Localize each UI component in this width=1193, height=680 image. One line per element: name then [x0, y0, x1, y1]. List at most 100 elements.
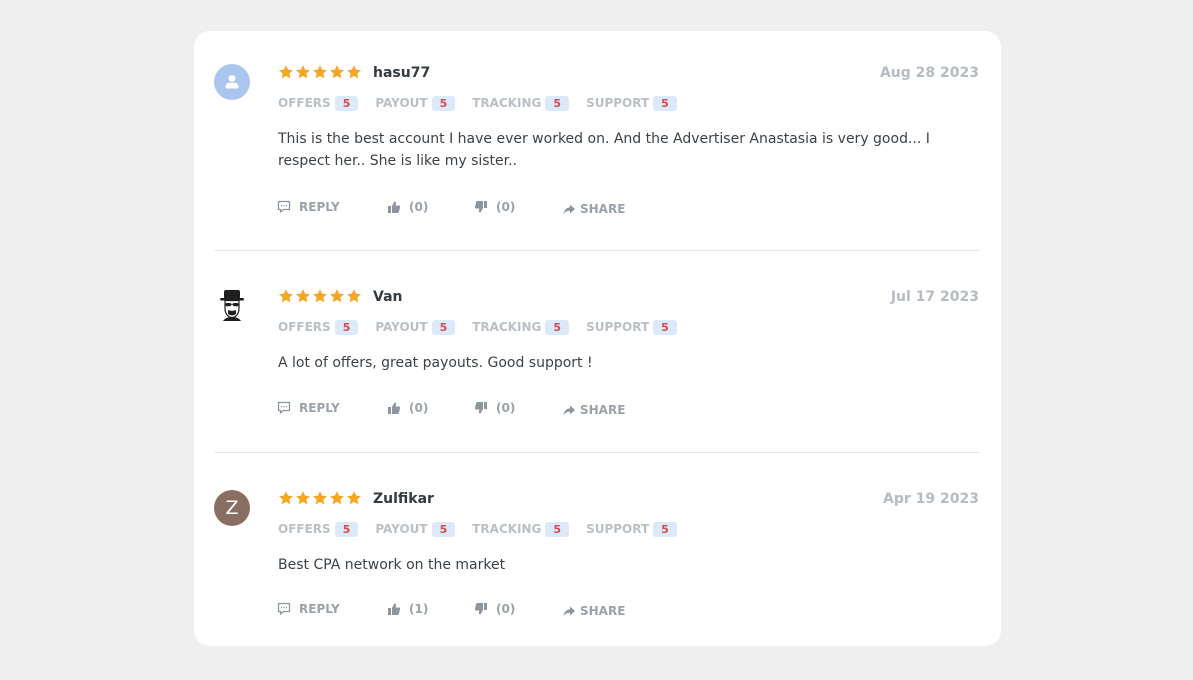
- review-text: Best CPA network on the market: [278, 557, 506, 573]
- review-text: This is the best account I have ever wor…: [278, 131, 930, 169]
- reply-button[interactable]: REPLY: [277, 399, 340, 417]
- rating-metrics: OFFERS 5 PAYOUT 5 TRACKING 5 SUPPORT 5: [278, 521, 694, 537]
- reply-button[interactable]: REPLY: [277, 198, 340, 216]
- review-actions: REPLY (0) (0) SHARE: [277, 198, 677, 218]
- share-button[interactable]: SHARE: [562, 401, 625, 419]
- metric-label: TRACKING: [472, 522, 542, 536]
- review-actions: REPLY (1) (0) SHARE: [277, 600, 677, 620]
- star-icon: [313, 289, 327, 303]
- metric-badge: 5: [653, 95, 677, 111]
- dislike-button[interactable]: (0): [474, 198, 515, 216]
- metric-label: SUPPORT: [586, 96, 650, 110]
- reviews-card: hasu77 Aug 28 2023 OFFERS 5 PAYOUT 5 TRACK…: [194, 31, 1001, 646]
- metric-badge: 5: [334, 521, 359, 537]
- like-count: (1): [409, 602, 429, 616]
- dislike-button[interactable]: (0): [474, 399, 515, 417]
- review-actions: REPLY (0) (0) SHARE: [277, 399, 677, 419]
- thumbs-up-icon: [388, 603, 401, 615]
- metric-label: OFFERS: [278, 96, 331, 110]
- rating-metrics: OFFERS 5 PAYOUT 5 TRACKING 5 SUPPORT 5: [278, 95, 694, 111]
- rating-metrics: OFFERS 5 PAYOUT 5 TRACKING 5 SUPPORT 5: [278, 319, 694, 335]
- like-count: (0): [409, 401, 429, 415]
- star-icon: [313, 65, 327, 79]
- metric-label: TRACKING: [472, 320, 542, 334]
- star-icon: [330, 65, 344, 79]
- star-icon: [330, 491, 344, 505]
- metric-label: TRACKING: [472, 96, 542, 110]
- metric-label: PAYOUT: [375, 320, 428, 334]
- comment-icon: [277, 200, 291, 213]
- metric-badge: 5: [545, 95, 570, 111]
- metric-badge: 5: [653, 521, 677, 537]
- dislike-count: (0): [496, 401, 516, 415]
- metric-offers: OFFERS 5: [278, 319, 359, 335]
- metric-badge: 5: [431, 319, 456, 335]
- metric-support: SUPPORT 5: [586, 521, 677, 537]
- rating-stars: [278, 64, 362, 82]
- share-arrow-icon: [563, 204, 575, 215]
- review-date: Jul 17 2023: [890, 289, 979, 305]
- metric-label: SUPPORT: [586, 320, 650, 334]
- metric-support: SUPPORT 5: [586, 319, 677, 335]
- review-divider: [214, 452, 979, 453]
- metric-tracking: TRACKING 5: [472, 521, 570, 537]
- thumbs-down-icon: [474, 402, 487, 414]
- thumbs-up-icon: [388, 402, 401, 414]
- like-count: (0): [409, 200, 429, 214]
- star-icon: [347, 491, 361, 505]
- star-icon: [347, 65, 361, 79]
- share-button[interactable]: SHARE: [562, 602, 625, 620]
- metric-payout: PAYOUT 5: [375, 319, 456, 335]
- metric-badge: 5: [431, 95, 456, 111]
- metric-offers: OFFERS 5: [278, 95, 359, 111]
- heisenberg-avatar-icon: [214, 288, 250, 324]
- review-author: Zulfikar: [373, 491, 434, 507]
- like-button[interactable]: (1): [387, 600, 428, 618]
- metric-label: SUPPORT: [586, 522, 650, 536]
- star-icon: [296, 491, 310, 505]
- metric-label: OFFERS: [278, 522, 331, 536]
- star-icon: [296, 289, 310, 303]
- reply-button[interactable]: REPLY: [277, 600, 340, 618]
- metric-label: PAYOUT: [375, 522, 428, 536]
- metric-payout: PAYOUT 5: [375, 95, 456, 111]
- star-icon: [279, 65, 293, 79]
- reply-label: REPLY: [299, 602, 340, 616]
- comment-icon: [277, 401, 291, 414]
- dislike-button[interactable]: (0): [474, 600, 515, 618]
- metric-badge: 5: [653, 319, 677, 335]
- metric-offers: OFFERS 5: [278, 521, 359, 537]
- review-date: Aug 28 2023: [879, 65, 979, 81]
- reply-label: REPLY: [299, 200, 340, 214]
- star-icon: [279, 491, 293, 505]
- metric-payout: PAYOUT 5: [375, 521, 456, 537]
- like-button[interactable]: (0): [387, 399, 428, 417]
- review-text: A lot of offers, great payouts. Good sup…: [278, 355, 593, 371]
- metric-label: PAYOUT: [375, 96, 428, 110]
- dislike-count: (0): [496, 602, 516, 616]
- metric-tracking: TRACKING 5: [472, 95, 570, 111]
- metric-label: OFFERS: [278, 320, 331, 334]
- star-icon: [347, 289, 361, 303]
- star-icon: [279, 289, 293, 303]
- like-button[interactable]: (0): [387, 198, 428, 216]
- star-icon: [296, 65, 310, 79]
- metric-badge: 5: [545, 521, 570, 537]
- letter-avatar: Z: [214, 490, 250, 526]
- comment-icon: [277, 602, 291, 615]
- share-label: SHARE: [580, 604, 626, 618]
- star-icon: [330, 289, 344, 303]
- review-author: hasu77: [373, 65, 431, 81]
- metric-tracking: TRACKING 5: [472, 319, 570, 335]
- thumbs-down-icon: [474, 201, 487, 213]
- metric-badge: 5: [334, 95, 359, 111]
- metric-support: SUPPORT 5: [586, 95, 677, 111]
- reply-label: REPLY: [299, 401, 340, 415]
- metric-badge: 5: [431, 521, 456, 537]
- share-label: SHARE: [580, 202, 626, 216]
- rating-stars: [278, 490, 362, 508]
- share-button[interactable]: SHARE: [562, 200, 625, 218]
- review-divider: [214, 250, 979, 251]
- thumbs-down-icon: [474, 603, 487, 615]
- review-date: Apr 19 2023: [883, 491, 979, 507]
